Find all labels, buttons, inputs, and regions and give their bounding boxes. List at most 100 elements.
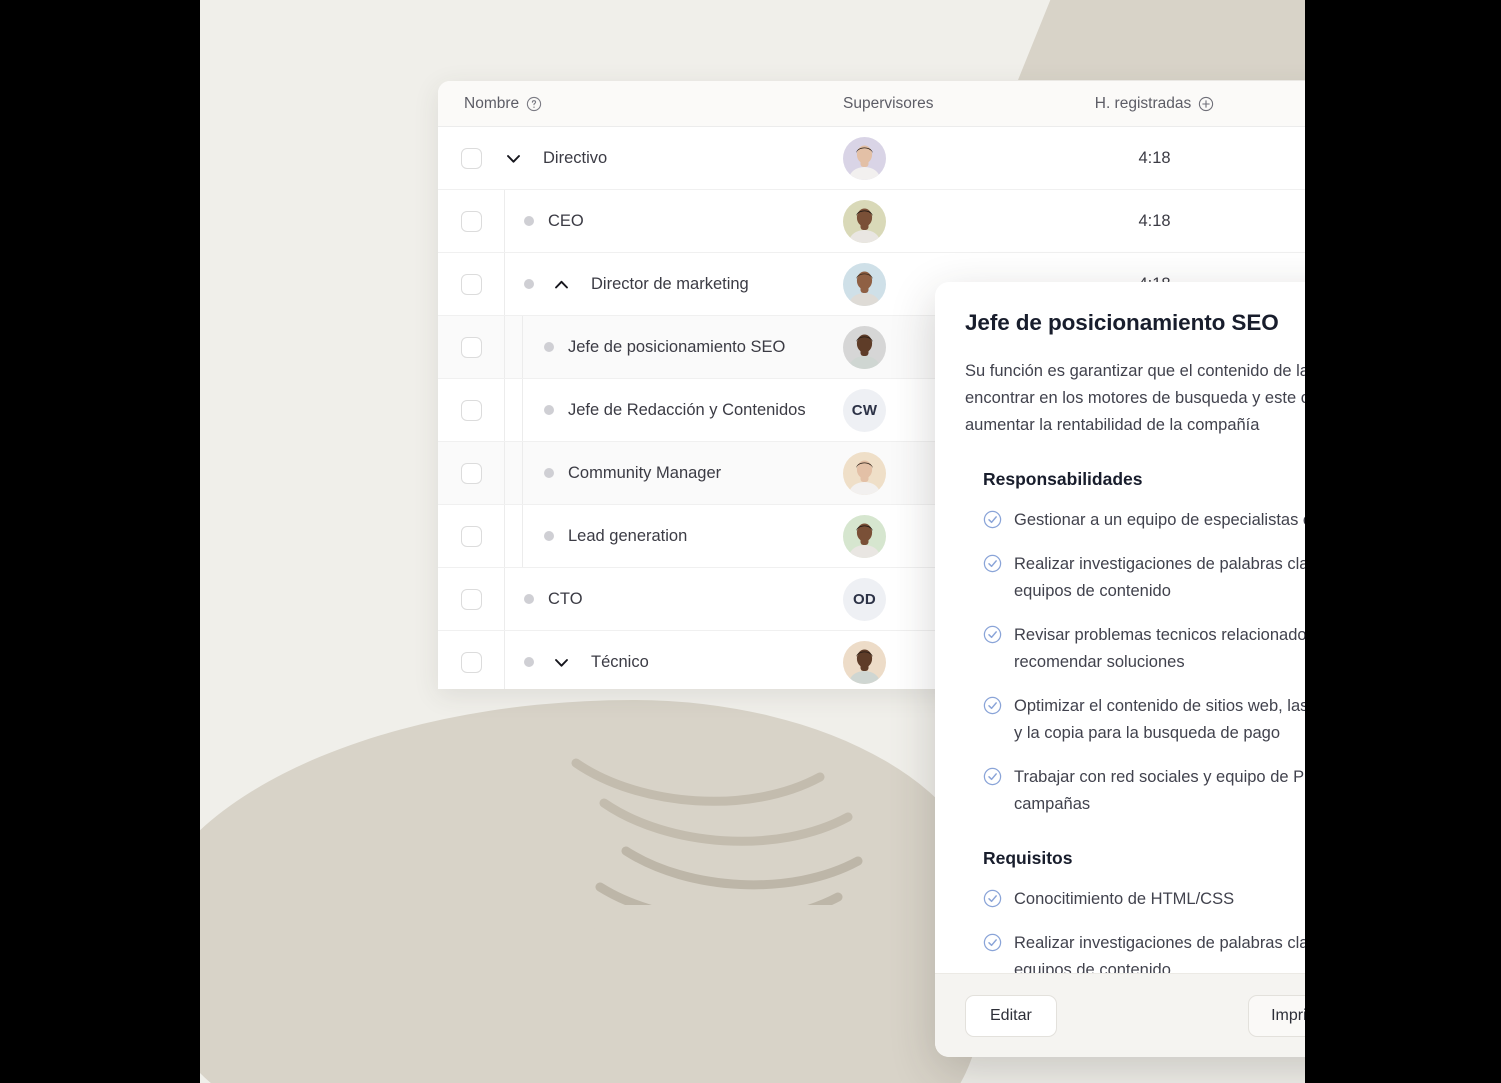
chevron-down-icon[interactable] (504, 149, 523, 168)
row-supervisor-cell (843, 190, 1048, 252)
column-header-supervisores[interactable]: Supervisores (843, 95, 1048, 113)
edit-button[interactable]: Editar (965, 994, 1057, 1037)
row-checkbox[interactable] (460, 588, 482, 610)
question-circle-icon[interactable] (526, 96, 542, 112)
row-checkbox[interactable] (460, 525, 482, 547)
column-header-label: H. registradas (1094, 94, 1192, 112)
row-checkbox-cell[interactable] (438, 505, 504, 567)
chevron-up-icon[interactable] (552, 275, 571, 294)
row-label: Jefe de posicionamiento SEO (568, 337, 786, 356)
list-item: Realizar investigaciones de palabras cla… (983, 551, 1305, 605)
avatar[interactable] (843, 136, 886, 180)
row-checkbox[interactable] (460, 651, 482, 673)
tree-guide-line (504, 253, 505, 315)
page-canvas: Nombre Supervisores H. registradas Direc… (200, 0, 1305, 1083)
row-name-inner: Jefe de posicionamiento SEO (504, 316, 785, 378)
row-checkbox[interactable] (460, 336, 482, 358)
row-bullet-icon (524, 594, 534, 604)
row-bullet-icon (544, 531, 554, 541)
list-item-text: Gestionar a un equipo de especialistas e… (1014, 511, 1305, 529)
modal-footer: Editar Imprimir Aceptar (935, 973, 1305, 1057)
tree-guide-line (522, 316, 523, 378)
row-checkbox[interactable] (460, 399, 482, 421)
row-label: Community Manager (568, 463, 722, 482)
row-label: CTO (548, 589, 583, 608)
table-header-row: Nombre Supervisores H. registradas (438, 81, 1305, 127)
row-bullet-icon (524, 279, 534, 289)
check-circle-icon (983, 554, 1002, 573)
avatar[interactable] (843, 451, 886, 495)
chevron-down-icon[interactable] (552, 653, 571, 672)
row-checkbox-cell[interactable] (438, 190, 504, 252)
section-title: Requisitos (983, 848, 1073, 868)
row-bullet-icon (544, 405, 554, 415)
row-hours-registered-2: 4:18 (1273, 127, 1305, 189)
row-checkbox[interactable] (460, 210, 482, 232)
tree-guide-line (522, 442, 523, 504)
check-circle-icon (983, 933, 1002, 952)
avatar[interactable] (843, 325, 886, 369)
row-label: CEO (548, 211, 584, 230)
list-item: Trabajar con red sociales y equipo de PP… (983, 764, 1305, 818)
row-checkbox[interactable] (460, 462, 482, 484)
row-bullet-icon (544, 342, 554, 352)
list-item-text: Revisar problemas tecnicos relacionados … (1014, 626, 1305, 671)
row-name-cell: Directivo (438, 127, 843, 189)
avatar[interactable]: OD (843, 577, 886, 621)
row-name-inner: Directivo (504, 127, 607, 189)
list-item-text: Optimizar el contenido de sitios web, la… (1014, 697, 1305, 742)
row-name-cell: CEO (438, 190, 843, 252)
avatar[interactable] (843, 640, 886, 684)
row-checkbox-cell[interactable] (438, 253, 504, 315)
modal-title: Jefe de posicionamiento SEO (965, 310, 1279, 335)
row-checkbox-cell[interactable] (438, 442, 504, 504)
list-item: Realizar investigaciones de palabras cla… (983, 930, 1305, 973)
row-checkbox[interactable] (460, 273, 482, 295)
section-title: Responsabilidades (983, 469, 1143, 489)
row-label: Director de marketing (591, 274, 749, 293)
row-name-cell: Jefe de posicionamiento SEO (438, 316, 843, 378)
row-checkbox-cell[interactable] (438, 316, 504, 378)
tree-guide-line (504, 631, 505, 689)
row-name-inner: CEO (504, 190, 584, 252)
check-circle-icon (983, 510, 1002, 529)
role-detail-modal: Jefe de posicionamiento SEO Su función e… (935, 282, 1305, 1057)
column-header-nombre[interactable]: Nombre (438, 95, 843, 113)
plus-circle-icon[interactable] (1198, 96, 1214, 112)
table-row[interactable]: Directivo 4:18 4:18 (438, 127, 1305, 190)
row-supervisor-cell (843, 127, 1048, 189)
row-label: Jefe de Redacción y Contenidos (568, 400, 806, 419)
row-name-cell: Community Manager (438, 442, 843, 504)
modal-description: Su función es garantizar que el contenid… (965, 362, 1305, 434)
row-name-inner: CTO (504, 568, 583, 630)
avatar[interactable]: CW (843, 388, 886, 432)
avatar[interactable] (843, 199, 886, 243)
row-checkbox-cell[interactable] (438, 631, 504, 689)
row-bullet-icon (524, 657, 534, 667)
row-name-inner: Community Manager (504, 442, 721, 504)
modal-body: Jefe de posicionamiento SEO Su función e… (935, 282, 1305, 973)
tree-guide-line (504, 379, 505, 441)
modal-sections: Responsabilidades Gestionar a un equipo d… (965, 469, 1305, 973)
row-checkbox[interactable] (460, 147, 482, 169)
row-checkbox-cell[interactable] (438, 379, 504, 441)
row-name-cell: Técnico (438, 631, 843, 689)
row-name-inner: Director de marketing (504, 253, 749, 315)
decorative-arcs (570, 755, 900, 905)
avatar[interactable] (843, 262, 886, 306)
row-hours-registered-2: 4:18 (1273, 190, 1305, 252)
column-header-horas-2[interactable]: H. registradas (1273, 95, 1305, 113)
tree-guide-line (504, 505, 505, 567)
row-bullet-icon (524, 216, 534, 226)
row-checkbox-cell[interactable] (438, 568, 504, 630)
print-button[interactable]: Imprimir (1248, 994, 1305, 1037)
row-label: Técnico (591, 652, 649, 671)
table-row[interactable]: CEO 4:18 4:18 (438, 190, 1305, 253)
tree-guide-line (504, 568, 505, 630)
avatar[interactable] (843, 514, 886, 558)
column-header-horas-1[interactable]: H. registradas (1048, 95, 1273, 113)
row-label: Lead generation (568, 526, 688, 545)
list-item: Optimizar el contenido de sitios web, la… (983, 693, 1305, 747)
row-checkbox-cell[interactable] (438, 127, 504, 189)
row-hours-registered-1: 4:18 (1138, 211, 1171, 230)
